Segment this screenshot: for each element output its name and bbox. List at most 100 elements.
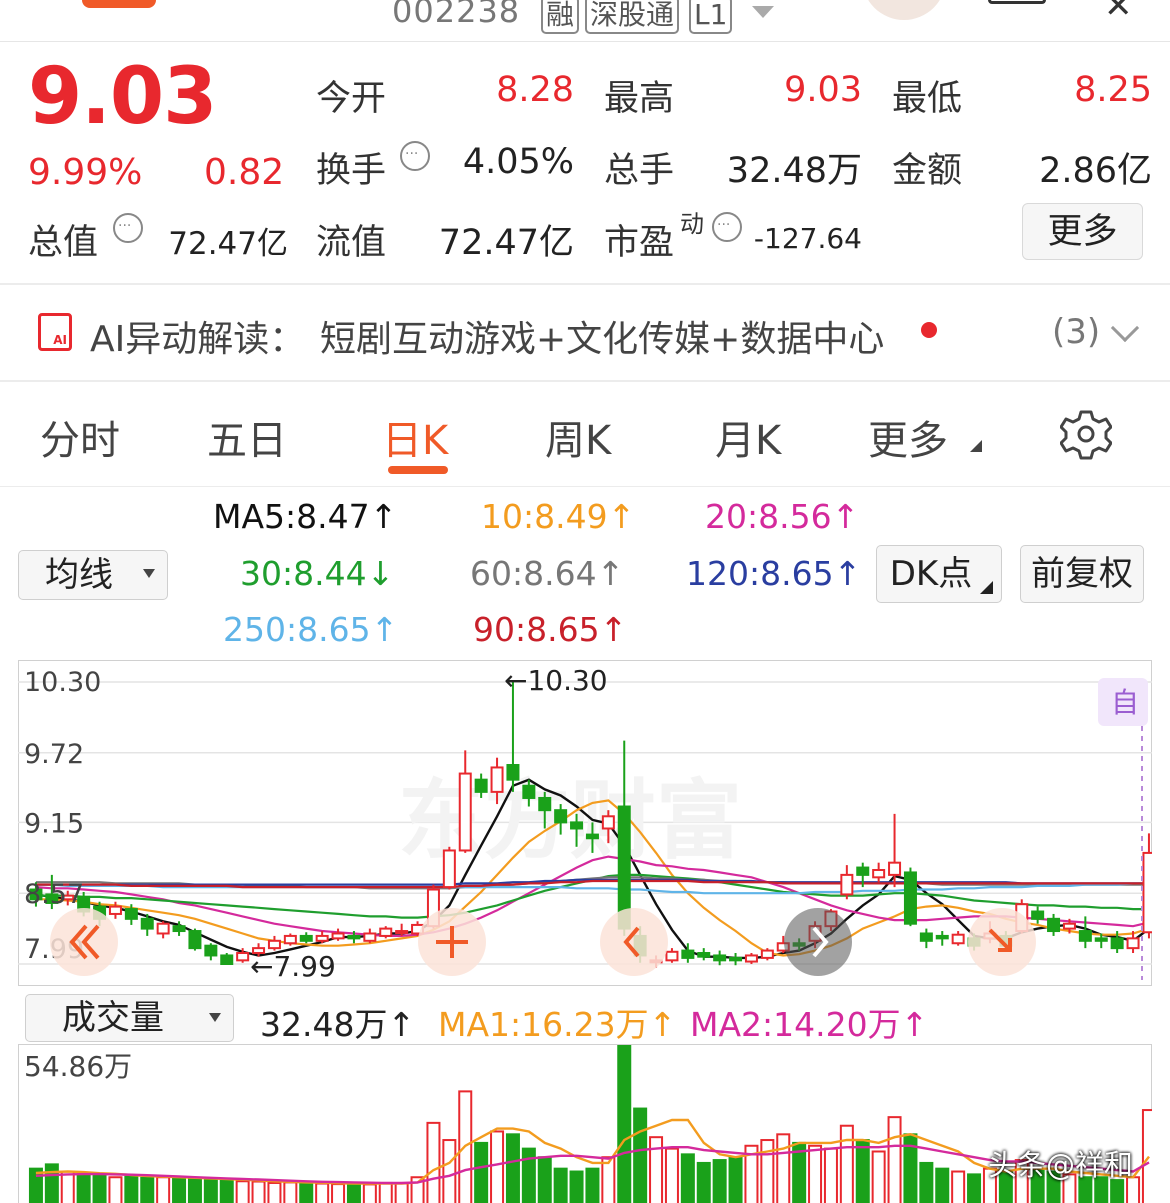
volume-bar bbox=[283, 1181, 298, 1203]
share-icon[interactable] bbox=[988, 0, 1046, 4]
scroll-right-button[interactable] bbox=[784, 908, 852, 976]
tab-daily-k[interactable]: 日K bbox=[382, 408, 448, 466]
adjust-button[interactable]: 前复权 bbox=[1020, 545, 1144, 603]
more-quote-button[interactable]: 更多 bbox=[1022, 203, 1143, 260]
level-tag: L1 bbox=[689, 0, 733, 34]
chevron-down-icon[interactable] bbox=[752, 6, 774, 18]
volume-bar bbox=[680, 1153, 695, 1203]
candle-body bbox=[840, 873, 854, 896]
candle-body bbox=[570, 821, 584, 830]
volume-indicator-select[interactable]: 成交量 bbox=[25, 994, 234, 1042]
candle-body bbox=[506, 764, 520, 781]
y-axis-tick: 9.15 bbox=[24, 808, 84, 839]
candle-body bbox=[315, 934, 329, 942]
low-label: 最低 bbox=[892, 79, 963, 119]
info-icon[interactable] bbox=[400, 141, 430, 171]
candle-body bbox=[585, 833, 599, 840]
volume-bar bbox=[331, 1183, 346, 1203]
pe-value: -127.64 bbox=[753, 222, 862, 255]
candle-body bbox=[1094, 937, 1108, 942]
ma-label: 30:8.44↓ bbox=[240, 554, 395, 593]
y-axis-tick: 9.72 bbox=[24, 739, 84, 770]
candle-body bbox=[490, 766, 504, 793]
connect-tag: 深股通 bbox=[585, 0, 680, 34]
volume-bar bbox=[172, 1177, 187, 1203]
zoom-in-button[interactable] bbox=[418, 908, 486, 976]
pe-dynamic-sup: 动 bbox=[680, 210, 704, 238]
tab-five-day[interactable]: 五日 bbox=[207, 408, 287, 466]
candle-body bbox=[474, 778, 488, 793]
candle-body bbox=[1110, 937, 1124, 950]
candle-body bbox=[156, 922, 170, 935]
kline-chart[interactable]: 东方财富 10.309.729.158.577.99 ←10.30 ←7.99 … bbox=[18, 660, 1156, 986]
volume-bar bbox=[156, 1176, 171, 1203]
tab-intraday[interactable]: 分时 bbox=[40, 408, 120, 466]
tab-weekly-k[interactable]: 周K bbox=[545, 408, 611, 466]
dk-point-label: DK点 bbox=[889, 554, 973, 594]
volume-bar bbox=[728, 1156, 743, 1203]
turnover-label: 换手 bbox=[316, 151, 387, 191]
volume-bar bbox=[394, 1182, 409, 1203]
candle-body bbox=[267, 939, 281, 950]
candle-body bbox=[856, 866, 870, 876]
candle-body bbox=[188, 930, 202, 950]
market-cap-label: 总值 bbox=[28, 223, 99, 263]
gear-icon[interactable] bbox=[1060, 408, 1112, 460]
pe-label: 市盈 bbox=[604, 223, 675, 263]
ai-summary[interactable]: 短剧互动游戏+文化传媒+数据中心 bbox=[320, 310, 884, 362]
volume-bar bbox=[839, 1124, 854, 1203]
candle-body bbox=[379, 927, 393, 937]
candle-body bbox=[522, 784, 536, 799]
indicator-select[interactable]: 均线 bbox=[18, 550, 168, 600]
scroll-left-button[interactable] bbox=[50, 908, 118, 976]
volume-bar bbox=[569, 1170, 584, 1203]
volume-bar bbox=[490, 1130, 505, 1203]
dk-point-button[interactable]: DK点 bbox=[876, 545, 1002, 603]
volume-bar bbox=[537, 1156, 552, 1203]
candle-body bbox=[108, 905, 122, 915]
tab-more[interactable]: 更多 bbox=[868, 408, 948, 466]
volume-select-label: 成交量 bbox=[62, 998, 164, 1038]
volume-bar bbox=[823, 1147, 838, 1203]
volume-value: 32.48万 bbox=[726, 151, 862, 191]
high-marker: ←10.30 bbox=[504, 664, 608, 697]
candle-body bbox=[697, 952, 711, 958]
volume-bar bbox=[521, 1147, 536, 1203]
divider bbox=[0, 380, 1170, 382]
volume-chart[interactable]: 54.86万 bbox=[18, 1044, 1156, 1203]
volume-bar bbox=[951, 1170, 966, 1203]
tab-monthly-k[interactable]: 月K bbox=[715, 408, 781, 466]
volume-bar bbox=[124, 1175, 139, 1203]
candle-body bbox=[919, 932, 933, 942]
chevron-down-icon[interactable] bbox=[1110, 313, 1140, 343]
info-icon[interactable] bbox=[113, 213, 143, 243]
close-icon[interactable]: ✕ bbox=[1104, 0, 1133, 26]
candle-body bbox=[554, 809, 568, 824]
volume-bar bbox=[267, 1181, 282, 1203]
volume-label: 总手 bbox=[604, 151, 675, 191]
volume-bar bbox=[696, 1161, 711, 1203]
unread-dot bbox=[921, 322, 937, 338]
caret-down-icon bbox=[209, 1013, 221, 1022]
candle-body bbox=[299, 934, 313, 942]
volume-bar bbox=[76, 1174, 91, 1203]
volume-bar bbox=[553, 1167, 568, 1203]
candle-body bbox=[951, 933, 965, 945]
zoom-out-button[interactable] bbox=[600, 908, 668, 976]
avatar[interactable] bbox=[862, 0, 946, 20]
low-value: 8.25 bbox=[1074, 70, 1152, 110]
candle-body bbox=[458, 772, 472, 852]
top-bar: 002238 融 深股通 L1 ✕ bbox=[0, 0, 1170, 42]
volume-bar bbox=[92, 1173, 107, 1203]
candle-body bbox=[872, 869, 886, 879]
caret-down-icon bbox=[143, 569, 155, 578]
info-icon[interactable] bbox=[712, 212, 742, 242]
volume-bar bbox=[935, 1167, 950, 1203]
collapse-button[interactable] bbox=[968, 908, 1036, 976]
ma-label: MA5:8.47↑ bbox=[213, 497, 398, 536]
margin-tag: 融 bbox=[541, 0, 580, 34]
back-badge[interactable] bbox=[82, 0, 156, 8]
candle-body bbox=[124, 908, 138, 920]
candle-body bbox=[760, 949, 774, 959]
ai-title[interactable]: AI异动解读： bbox=[90, 310, 305, 362]
